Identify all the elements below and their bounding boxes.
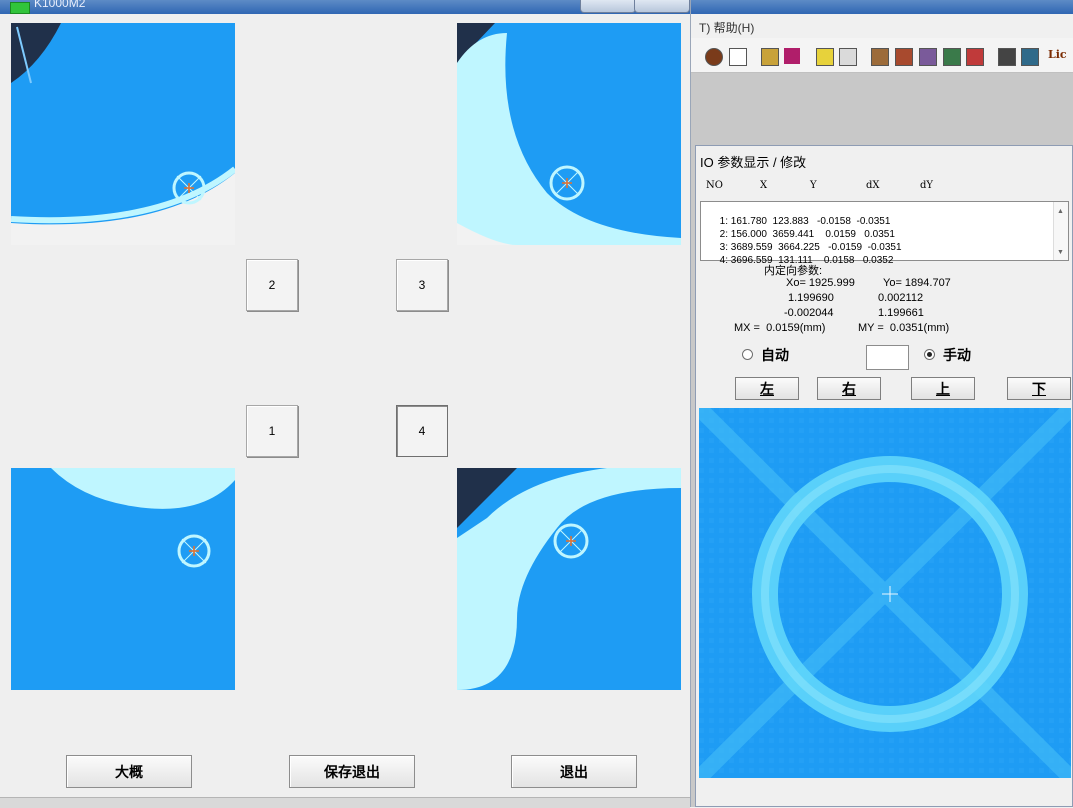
matrix-a21: -0.002044	[784, 307, 834, 319]
manual-radio-label: 手动	[943, 348, 971, 364]
mx-value: MX = 0.0159(mm)	[734, 322, 826, 334]
auto-radio[interactable]: 自动	[742, 345, 789, 365]
fiducial-list[interactable]: 1: 161.780 123.883 -0.0158 -0.0351 2: 15…	[700, 201, 1069, 266]
exit-button[interactable]: 退出	[511, 755, 637, 788]
minimize-button[interactable]	[580, 0, 636, 13]
image-icon[interactable]	[761, 48, 779, 66]
matrix-a12: 0.002112	[878, 292, 924, 304]
corner-4-button[interactable]: 4	[396, 405, 448, 457]
background-titlebar	[691, 0, 1073, 14]
chart-icon[interactable]	[784, 48, 800, 64]
menu-help[interactable]: T) 帮助(H)	[699, 19, 754, 36]
left-button[interactable]: 左	[735, 377, 799, 400]
auto-radio-label: 自动	[761, 348, 789, 364]
status-bar	[0, 797, 690, 808]
right-button[interactable]: 右	[817, 377, 881, 400]
list-header: NO X Y dX dY	[700, 180, 1070, 196]
toolbar: Lic	[691, 38, 1073, 73]
down-button[interactable]: 下	[1007, 377, 1071, 400]
zoom-view[interactable]	[699, 408, 1071, 778]
io-parameter-dialog: IO 参数显示 / 修改 NO X Y dX dY 1: 161.780 123…	[695, 145, 1073, 807]
grid-icon[interactable]	[998, 48, 1016, 66]
corner-1-button[interactable]: 1	[246, 405, 298, 457]
col-y: Y	[810, 180, 817, 191]
manual-radio-dot[interactable]	[924, 348, 935, 360]
frame-icon[interactable]	[729, 48, 747, 66]
matrix-a22: 1.199661	[878, 307, 924, 319]
fiducial-image-2[interactable]	[11, 23, 235, 245]
auto-radio-dot[interactable]	[742, 348, 753, 360]
menu-bar: T) 帮助(H)	[691, 14, 1073, 38]
corner-2-button[interactable]: 2	[246, 259, 298, 311]
app-icon	[10, 2, 30, 14]
dialog-title: IO 参数显示 / 修改	[700, 155, 807, 170]
my-value: MY = 0.0351(mm)	[858, 322, 950, 334]
manual-radio[interactable]: 手动	[924, 345, 971, 365]
corner-3-button[interactable]: 3	[396, 259, 448, 311]
col-dx: dX	[866, 180, 880, 191]
fiducial-window: K1000M2 2 3 1 4 大概 保存退出 退出	[0, 0, 691, 808]
yo-value: Yo= 1894.707	[883, 277, 951, 289]
matrix-a11: 1.199690	[788, 292, 834, 304]
tool-d-icon[interactable]	[943, 48, 961, 66]
close-button[interactable]	[634, 0, 690, 13]
col-no: NO	[706, 180, 723, 191]
toolbar-license[interactable]: Lic	[1048, 48, 1067, 61]
tool-a-icon[interactable]	[871, 48, 889, 66]
list-scrollbar[interactable]: ▲ ▼	[1053, 202, 1068, 260]
io-params-label: 内定向参数:	[764, 265, 823, 277]
globe-icon[interactable]	[705, 48, 723, 66]
col-dy: dY	[920, 180, 934, 191]
fiducial-image-1[interactable]	[11, 468, 235, 690]
scroll-up-icon[interactable]: ▲	[1057, 205, 1064, 218]
fiducial-image-4[interactable]	[457, 468, 681, 690]
col-x: X	[760, 180, 768, 191]
cube-icon[interactable]	[966, 48, 984, 66]
film-icon[interactable]	[816, 48, 834, 66]
compare-icon[interactable]	[839, 48, 857, 66]
window-title: K1000M2	[34, 0, 86, 10]
scroll-down-icon[interactable]: ▼	[1057, 246, 1064, 259]
save-exit-button[interactable]: 保存退出	[289, 755, 415, 788]
step-input[interactable]	[866, 345, 909, 370]
xo-value: Xo= 1925.999	[786, 277, 855, 289]
fiducial-image-3[interactable]	[457, 23, 681, 245]
tool-b-icon[interactable]	[895, 48, 913, 66]
layers-icon[interactable]	[1021, 48, 1039, 66]
approximate-button[interactable]: 大概	[66, 755, 192, 788]
window-titlebar: K1000M2	[0, 0, 690, 14]
up-button[interactable]: 上	[911, 377, 975, 400]
tool-c-icon[interactable]	[919, 48, 937, 66]
